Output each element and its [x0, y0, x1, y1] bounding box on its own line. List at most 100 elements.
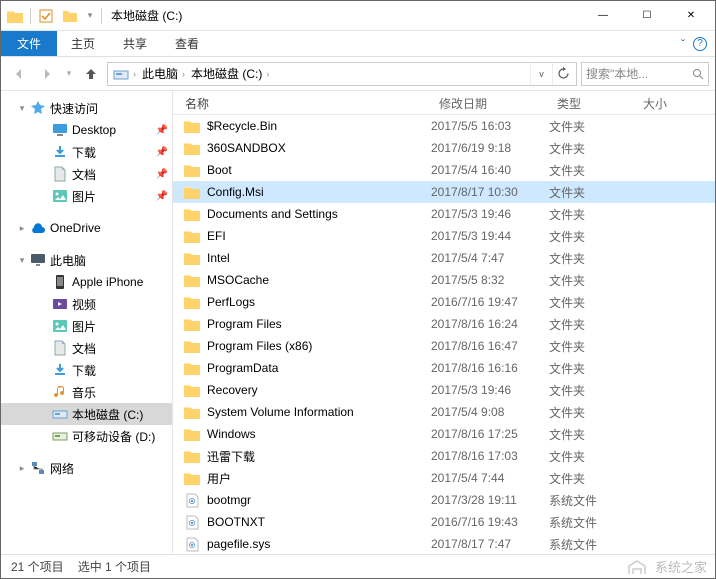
file-type: 文件夹	[549, 404, 635, 421]
crumb-label: 此电脑	[142, 65, 178, 82]
address-bar[interactable]: › 此电脑 › 本地磁盘 (C:) › v	[107, 62, 577, 86]
file-icon	[183, 492, 201, 508]
file-name: 迅雷下载	[207, 448, 255, 465]
file-name: ProgramData	[207, 361, 278, 375]
col-name[interactable]: 名称	[173, 91, 431, 114]
tree-item-desktop[interactable]: Desktop📌	[1, 119, 172, 141]
file-row[interactable]: Program Files (x86)2017/8/16 16:47文件夹	[173, 335, 715, 357]
col-type[interactable]: 类型	[549, 91, 635, 114]
tree-item-label: OneDrive	[50, 221, 101, 235]
video-icon	[51, 296, 69, 312]
qat-checkbox-icon[interactable]	[36, 6, 56, 26]
tree-item-pictures2[interactable]: 图片	[1, 315, 172, 337]
ribbon: 文件 主页 共享 查看 ˇ ?	[1, 31, 715, 57]
forward-button[interactable]	[35, 62, 59, 86]
tree-item-downloads[interactable]: 下载📌	[1, 141, 172, 163]
star-icon	[29, 100, 47, 116]
file-date: 2016/7/16 19:47	[431, 295, 549, 309]
tree-item-cdrive[interactable]: 本地磁盘 (C:)	[1, 403, 172, 425]
file-row[interactable]: Documents and Settings2017/5/3 19:46文件夹	[173, 203, 715, 225]
tab-view[interactable]: 查看	[161, 31, 213, 56]
expand-icon[interactable]: ▸	[15, 223, 29, 234]
tab-file[interactable]: 文件	[1, 31, 57, 56]
up-button[interactable]	[79, 62, 103, 86]
search-input[interactable]: 搜索"本地...	[581, 62, 709, 86]
titlebar: ▾ 本地磁盘 (C:) — ☐ ✕	[1, 1, 715, 31]
minimize-button[interactable]: —	[581, 2, 625, 30]
tree-item-label: 下载	[72, 144, 96, 161]
file-row[interactable]: Config.Msi2017/8/17 10:30文件夹	[173, 181, 715, 203]
file-type: 文件夹	[549, 206, 635, 223]
file-row[interactable]: ProgramData2017/8/16 16:16文件夹	[173, 357, 715, 379]
crumb-cdrive[interactable]: 本地磁盘 (C:) ›	[188, 63, 272, 85]
ribbon-expand-icon[interactable]: ˇ	[681, 37, 685, 51]
folder-icon	[183, 206, 201, 222]
tree-item-documents[interactable]: 文档📌	[1, 163, 172, 185]
expand-icon[interactable]: ▸	[15, 463, 29, 474]
col-size[interactable]: 大小	[635, 91, 679, 114]
expand-icon[interactable]: ▾	[15, 103, 29, 114]
file-row[interactable]: Program Files2017/8/16 16:24文件夹	[173, 313, 715, 335]
nav-tree: ▾快速访问Desktop📌下载📌文档📌图片📌▸OneDrive▾此电脑Apple…	[1, 91, 173, 553]
separator	[101, 8, 102, 24]
file-row[interactable]: Intel2017/5/4 7:47文件夹	[173, 247, 715, 269]
recent-dropdown-icon[interactable]: ▾	[63, 62, 75, 86]
col-date[interactable]: 修改日期	[431, 91, 549, 114]
file-row[interactable]: $Recycle.Bin2017/5/5 16:03文件夹	[173, 115, 715, 137]
tree-item-downloads2[interactable]: 下载	[1, 359, 172, 381]
tree-item-thispc[interactable]: ▾此电脑	[1, 249, 172, 271]
pin-icon: 📌	[156, 169, 168, 180]
file-row[interactable]: 360SANDBOX2017/6/19 9:18文件夹	[173, 137, 715, 159]
file-date: 2017/8/17 10:30	[431, 185, 549, 199]
tab-home[interactable]: 主页	[57, 31, 109, 56]
file-row[interactable]: MSOCache2017/5/5 8:32文件夹	[173, 269, 715, 291]
file-name: System Volume Information	[207, 405, 354, 419]
file-date: 2017/5/4 7:44	[431, 471, 549, 485]
tree-item-network[interactable]: ▸网络	[1, 457, 172, 479]
file-row[interactable]: PerfLogs2016/7/16 19:47文件夹	[173, 291, 715, 313]
file-pane: 名称 修改日期 类型 大小 $Recycle.Bin2017/5/5 16:03…	[173, 91, 715, 553]
file-date: 2017/8/17 7:47	[431, 537, 549, 551]
help-icon[interactable]: ?	[693, 37, 707, 51]
tree-item-onedrive[interactable]: ▸ OneDrive	[1, 217, 172, 239]
tree-item-label: 音乐	[72, 384, 96, 401]
tree-item-music[interactable]: 音乐	[1, 381, 172, 403]
tree-item-quick[interactable]: ▾快速访问	[1, 97, 172, 119]
file-row[interactable]: 用户2017/5/4 7:44文件夹	[173, 467, 715, 489]
close-button[interactable]: ✕	[669, 2, 713, 30]
tab-share[interactable]: 共享	[109, 31, 161, 56]
crumb-thispc[interactable]: 此电脑 ›	[139, 63, 188, 85]
maximize-button[interactable]: ☐	[625, 2, 669, 30]
file-row[interactable]: pagefile.sys2017/8/17 7:47系统文件	[173, 533, 715, 553]
tree-item-videos[interactable]: 视频	[1, 293, 172, 315]
refresh-button[interactable]	[552, 63, 574, 85]
file-row[interactable]: Recovery2017/5/3 19:46文件夹	[173, 379, 715, 401]
file-type: 文件夹	[549, 118, 635, 135]
qat-dropdown-icon[interactable]: ▾	[84, 6, 96, 26]
net-icon	[29, 460, 47, 476]
doc-icon	[51, 340, 69, 356]
file-row[interactable]: 迅雷下载2017/8/16 17:03文件夹	[173, 445, 715, 467]
file-row[interactable]: BOOTNXT2016/7/16 19:43系统文件	[173, 511, 715, 533]
crumb-root[interactable]: ›	[110, 63, 139, 85]
address-dropdown-icon[interactable]: v	[530, 63, 552, 85]
file-date: 2017/6/19 9:18	[431, 141, 549, 155]
music-icon	[51, 384, 69, 400]
qat-folder-icon[interactable]	[60, 6, 80, 26]
file-row[interactable]: EFI2017/5/3 19:44文件夹	[173, 225, 715, 247]
file-date: 2017/5/4 16:40	[431, 163, 549, 177]
file-row[interactable]: Boot2017/5/4 16:40文件夹	[173, 159, 715, 181]
back-button[interactable]	[7, 62, 31, 86]
file-row[interactable]: System Volume Information2017/5/4 9:08文件…	[173, 401, 715, 423]
tree-item-pictures[interactable]: 图片📌	[1, 185, 172, 207]
folder-icon	[183, 470, 201, 486]
tree-item-ddrive[interactable]: 可移动设备 (D:)	[1, 425, 172, 447]
file-date: 2017/5/4 7:47	[431, 251, 549, 265]
file-name: Windows	[207, 427, 256, 441]
file-row[interactable]: Windows2017/8/16 17:25文件夹	[173, 423, 715, 445]
column-headers: 名称 修改日期 类型 大小	[173, 91, 715, 115]
tree-item-iphone[interactable]: Apple iPhone	[1, 271, 172, 293]
expand-icon[interactable]: ▾	[15, 255, 29, 266]
tree-item-documents2[interactable]: 文档	[1, 337, 172, 359]
file-row[interactable]: bootmgr2017/3/28 19:11系统文件	[173, 489, 715, 511]
